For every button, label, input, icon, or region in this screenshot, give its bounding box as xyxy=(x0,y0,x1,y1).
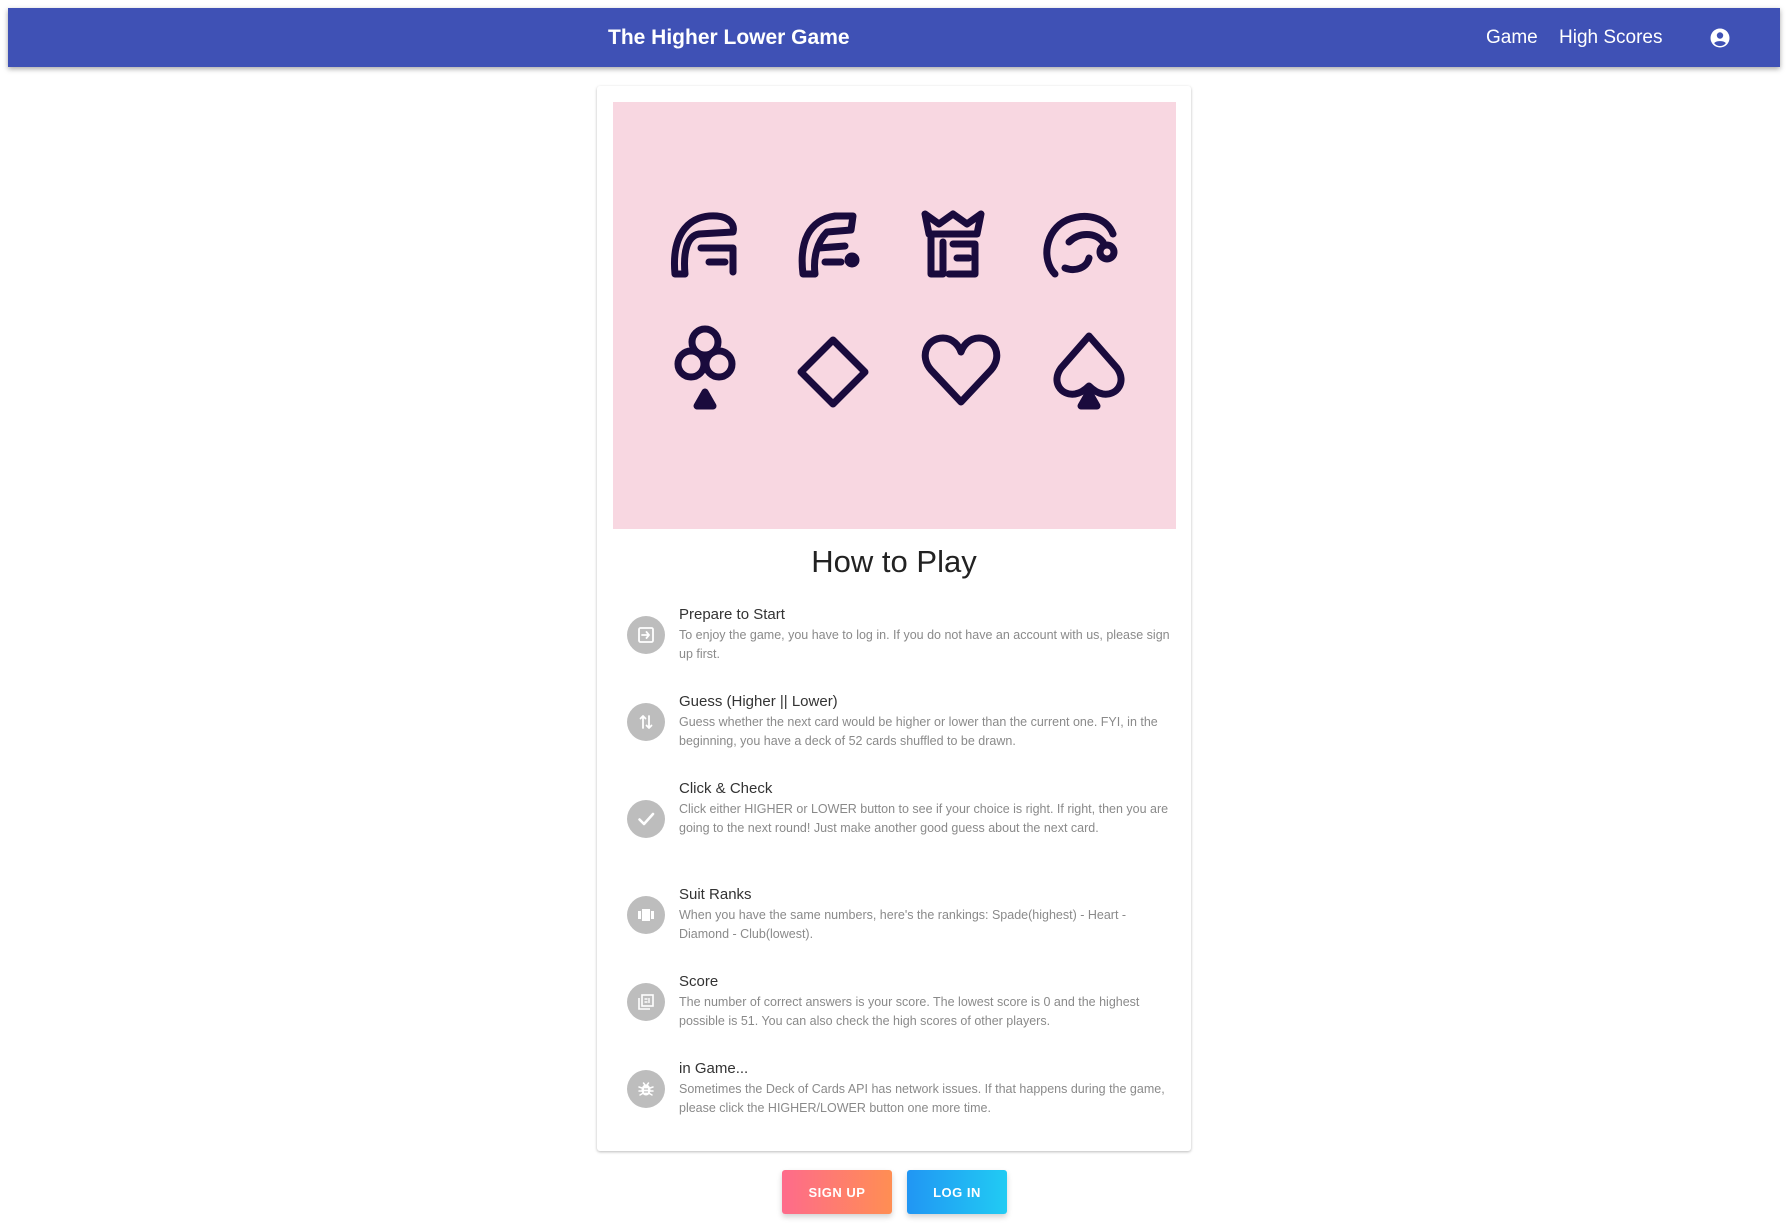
sign-up-button[interactable]: SIGN UP xyxy=(782,1170,892,1214)
heart-icon xyxy=(921,334,1001,406)
nav-high-scores-link[interactable]: High Scores xyxy=(1559,8,1663,67)
app-title: The Higher Lower Game xyxy=(608,26,850,49)
step-description: Guess whether the next card would be hig… xyxy=(679,715,1158,748)
step-description: The number of correct answers is your sc… xyxy=(679,995,1140,1028)
step-heading: Click & Check xyxy=(679,780,773,797)
log-in-button[interactable]: LOG IN xyxy=(907,1170,1007,1214)
step-heading: Suit Ranks xyxy=(679,886,752,903)
score-list-icon xyxy=(627,983,665,1021)
joker-icon xyxy=(1043,213,1118,278)
step-description: Click either HIGHER or LOWER button to s… xyxy=(679,802,1169,835)
check-icon xyxy=(627,800,665,838)
jack-icon xyxy=(671,212,737,278)
step-heading: in Game... xyxy=(679,1060,749,1077)
step-description: When you have the same numbers, here's t… xyxy=(679,908,1127,941)
bug-icon xyxy=(627,1070,665,1108)
app-bar: The Higher Lower Game Game High Scores xyxy=(8,8,1780,67)
card-suits-illustration xyxy=(613,102,1176,529)
step-heading: Guess (Higher || Lower) xyxy=(679,693,838,710)
how-to-play-title: How to Play xyxy=(811,544,977,579)
login-icon xyxy=(627,616,665,654)
step-description: To enjoy the game, you have to log in. I… xyxy=(679,628,1170,661)
step-heading: Score xyxy=(679,973,719,990)
queen-icon xyxy=(798,212,860,278)
step-description: Sometimes the Deck of Cards API has netw… xyxy=(679,1082,1165,1115)
club-icon xyxy=(674,325,736,410)
view-carousel-icon xyxy=(627,896,665,934)
step-heading: Prepare to Start xyxy=(679,606,785,623)
spade-icon xyxy=(1053,332,1125,410)
nav-game-link[interactable]: Game xyxy=(1486,8,1538,67)
swap-vertical-icon xyxy=(627,703,665,741)
how-to-play-card: How to Play Prepare to Start To enjoy th… xyxy=(597,86,1191,1151)
king-icon xyxy=(921,210,985,278)
account-circle-icon[interactable] xyxy=(1710,28,1730,48)
diamond-icon xyxy=(797,336,869,408)
